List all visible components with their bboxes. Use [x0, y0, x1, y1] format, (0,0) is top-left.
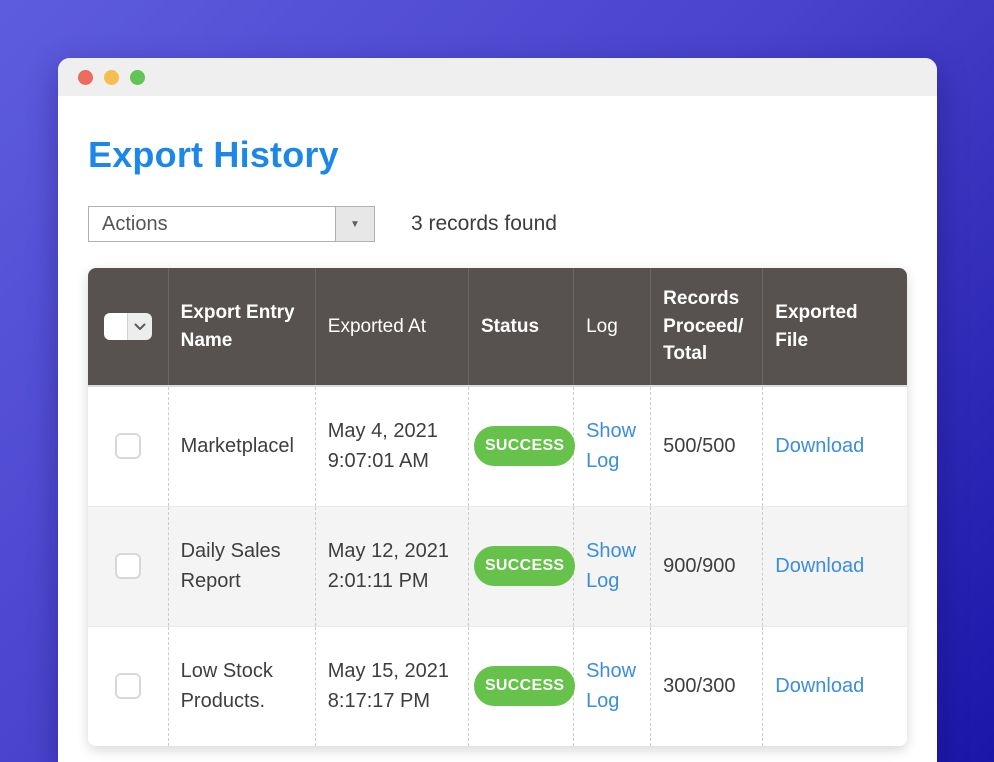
maximize-button[interactable] — [130, 70, 145, 85]
cell-exported-at: May 4, 2021 9:07:01 AM — [315, 386, 468, 506]
cell-export-entry-name: Daily Sales Report — [168, 506, 315, 626]
column-header-export-entry-name: Export Entry Name — [168, 268, 315, 386]
show-log-link[interactable]: Show Log — [586, 660, 636, 712]
page-content: Export History Actions ▼ 3 records found — [58, 134, 937, 746]
show-log-link[interactable]: Show Log — [586, 540, 636, 592]
table-row: Low Stock Products. May 15, 2021 8:17:17… — [88, 626, 907, 746]
cell-log: Show Log — [574, 626, 651, 746]
cell-exported-file: Download — [763, 386, 907, 506]
cell-select — [88, 506, 168, 626]
column-header-exported-file: Exported File — [763, 268, 907, 386]
table-row: Marketplacel May 4, 2021 9:07:01 AM SUCC… — [88, 386, 907, 506]
cell-export-entry-name: Marketplacel — [168, 386, 315, 506]
download-link[interactable]: Download — [775, 555, 864, 577]
chevron-down-icon[interactable]: ▼ — [335, 207, 374, 241]
row-checkbox[interactable] — [115, 553, 141, 579]
column-header-records: Records Proceed/ Total — [651, 268, 763, 386]
cell-log: Show Log — [574, 506, 651, 626]
cell-records: 900/900 — [651, 506, 763, 626]
select-all-checkbox[interactable] — [104, 313, 128, 340]
row-checkbox[interactable] — [115, 433, 141, 459]
cell-select — [88, 626, 168, 746]
cell-records: 300/300 — [651, 626, 763, 746]
cell-exported-file: Download — [763, 506, 907, 626]
download-link[interactable]: Download — [775, 675, 864, 697]
actions-dropdown[interactable]: Actions ▼ — [88, 206, 375, 242]
column-header-status: Status — [468, 268, 573, 386]
column-header-select — [88, 268, 168, 386]
records-count: 3 records found — [411, 212, 557, 236]
download-link[interactable]: Download — [775, 435, 864, 457]
status-badge: SUCCESS — [474, 546, 575, 586]
chevron-down-icon — [134, 323, 146, 331]
chevron-down-icon[interactable] — [127, 313, 152, 340]
column-header-exported-at: Exported At — [315, 268, 468, 386]
close-button[interactable] — [78, 70, 93, 85]
export-history-table: Export Entry Name Exported At Status Log… — [88, 268, 907, 746]
cell-select — [88, 386, 168, 506]
cell-exported-file: Download — [763, 626, 907, 746]
window-titlebar — [58, 58, 937, 96]
cell-status: SUCCESS — [468, 506, 573, 626]
table-row: Daily Sales Report May 12, 2021 2:01:11 … — [88, 506, 907, 626]
status-badge: SUCCESS — [474, 426, 575, 466]
toolbar: Actions ▼ 3 records found — [88, 206, 907, 242]
cell-exported-at: May 15, 2021 8:17:17 PM — [315, 626, 468, 746]
cell-records: 500/500 — [651, 386, 763, 506]
table-header-row: Export Entry Name Exported At Status Log… — [88, 268, 907, 386]
show-log-link[interactable]: Show Log — [586, 420, 636, 472]
cell-log: Show Log — [574, 386, 651, 506]
browser-window: Export History Actions ▼ 3 records found — [58, 58, 937, 762]
status-badge: SUCCESS — [474, 666, 575, 706]
cell-exported-at: May 12, 2021 2:01:11 PM — [315, 506, 468, 626]
minimize-button[interactable] — [104, 70, 119, 85]
select-all-control[interactable] — [104, 313, 152, 340]
cell-status: SUCCESS — [468, 626, 573, 746]
actions-dropdown-value: Actions — [89, 207, 335, 241]
column-header-log: Log — [574, 268, 651, 386]
cell-status: SUCCESS — [468, 386, 573, 506]
page-title: Export History — [88, 134, 907, 176]
cell-export-entry-name: Low Stock Products. — [168, 626, 315, 746]
row-checkbox[interactable] — [115, 673, 141, 699]
